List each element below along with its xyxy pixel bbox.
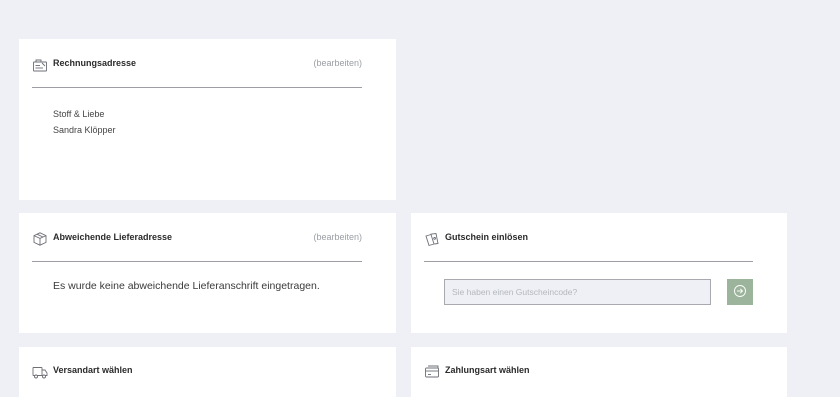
delivery-truck-icon xyxy=(32,364,48,380)
voucher-panel: Gutschein einlösen xyxy=(411,213,787,333)
shipping-method-title: Versandart wählen xyxy=(53,365,133,375)
delivery-address-edit-link[interactable]: (bearbeiten) xyxy=(313,232,362,242)
voucher-submit-button[interactable] xyxy=(727,279,753,305)
billing-address-lines: Stoff & Liebe Sandra Klöpper xyxy=(53,106,116,138)
voucher-tickets-icon xyxy=(424,231,440,247)
billing-address-edit-link[interactable]: (bearbeiten) xyxy=(313,58,362,68)
address-line: Sandra Klöpper xyxy=(53,125,116,135)
delivery-address-title: Abweichende Lieferadresse xyxy=(53,232,173,242)
payment-method-panel: Zahlungsart wählen xyxy=(411,347,787,397)
voucher-code-input[interactable] xyxy=(444,279,711,305)
no-delivery-address-message: Es wurde keine abweichende Lieferanschri… xyxy=(53,280,320,292)
billing-address-title: Rechnungsadresse xyxy=(53,58,137,68)
payment-card-icon xyxy=(424,364,440,380)
payment-method-header: Zahlungsart wählen xyxy=(424,360,753,394)
arrow-right-circle-icon xyxy=(733,284,747,301)
address-line: Stoff & Liebe xyxy=(53,109,105,119)
address-card-icon xyxy=(32,57,48,73)
shipping-method-header: Versandart wählen xyxy=(32,360,362,394)
payment-method-title: Zahlungsart wählen xyxy=(445,365,530,375)
billing-address-panel: Rechnungsadresse (bearbeiten) Stoff & Li… xyxy=(19,39,396,200)
voucher-header: Gutschein einlösen xyxy=(424,227,753,262)
package-box-icon xyxy=(32,231,48,247)
voucher-title: Gutschein einlösen xyxy=(445,232,529,242)
billing-address-header: Rechnungsadresse (bearbeiten) xyxy=(32,53,362,88)
delivery-address-panel: Abweichende Lieferadresse (bearbeiten) E… xyxy=(19,213,396,333)
shipping-method-panel: Versandart wählen xyxy=(19,347,396,397)
delivery-address-header: Abweichende Lieferadresse (bearbeiten) xyxy=(32,227,362,262)
